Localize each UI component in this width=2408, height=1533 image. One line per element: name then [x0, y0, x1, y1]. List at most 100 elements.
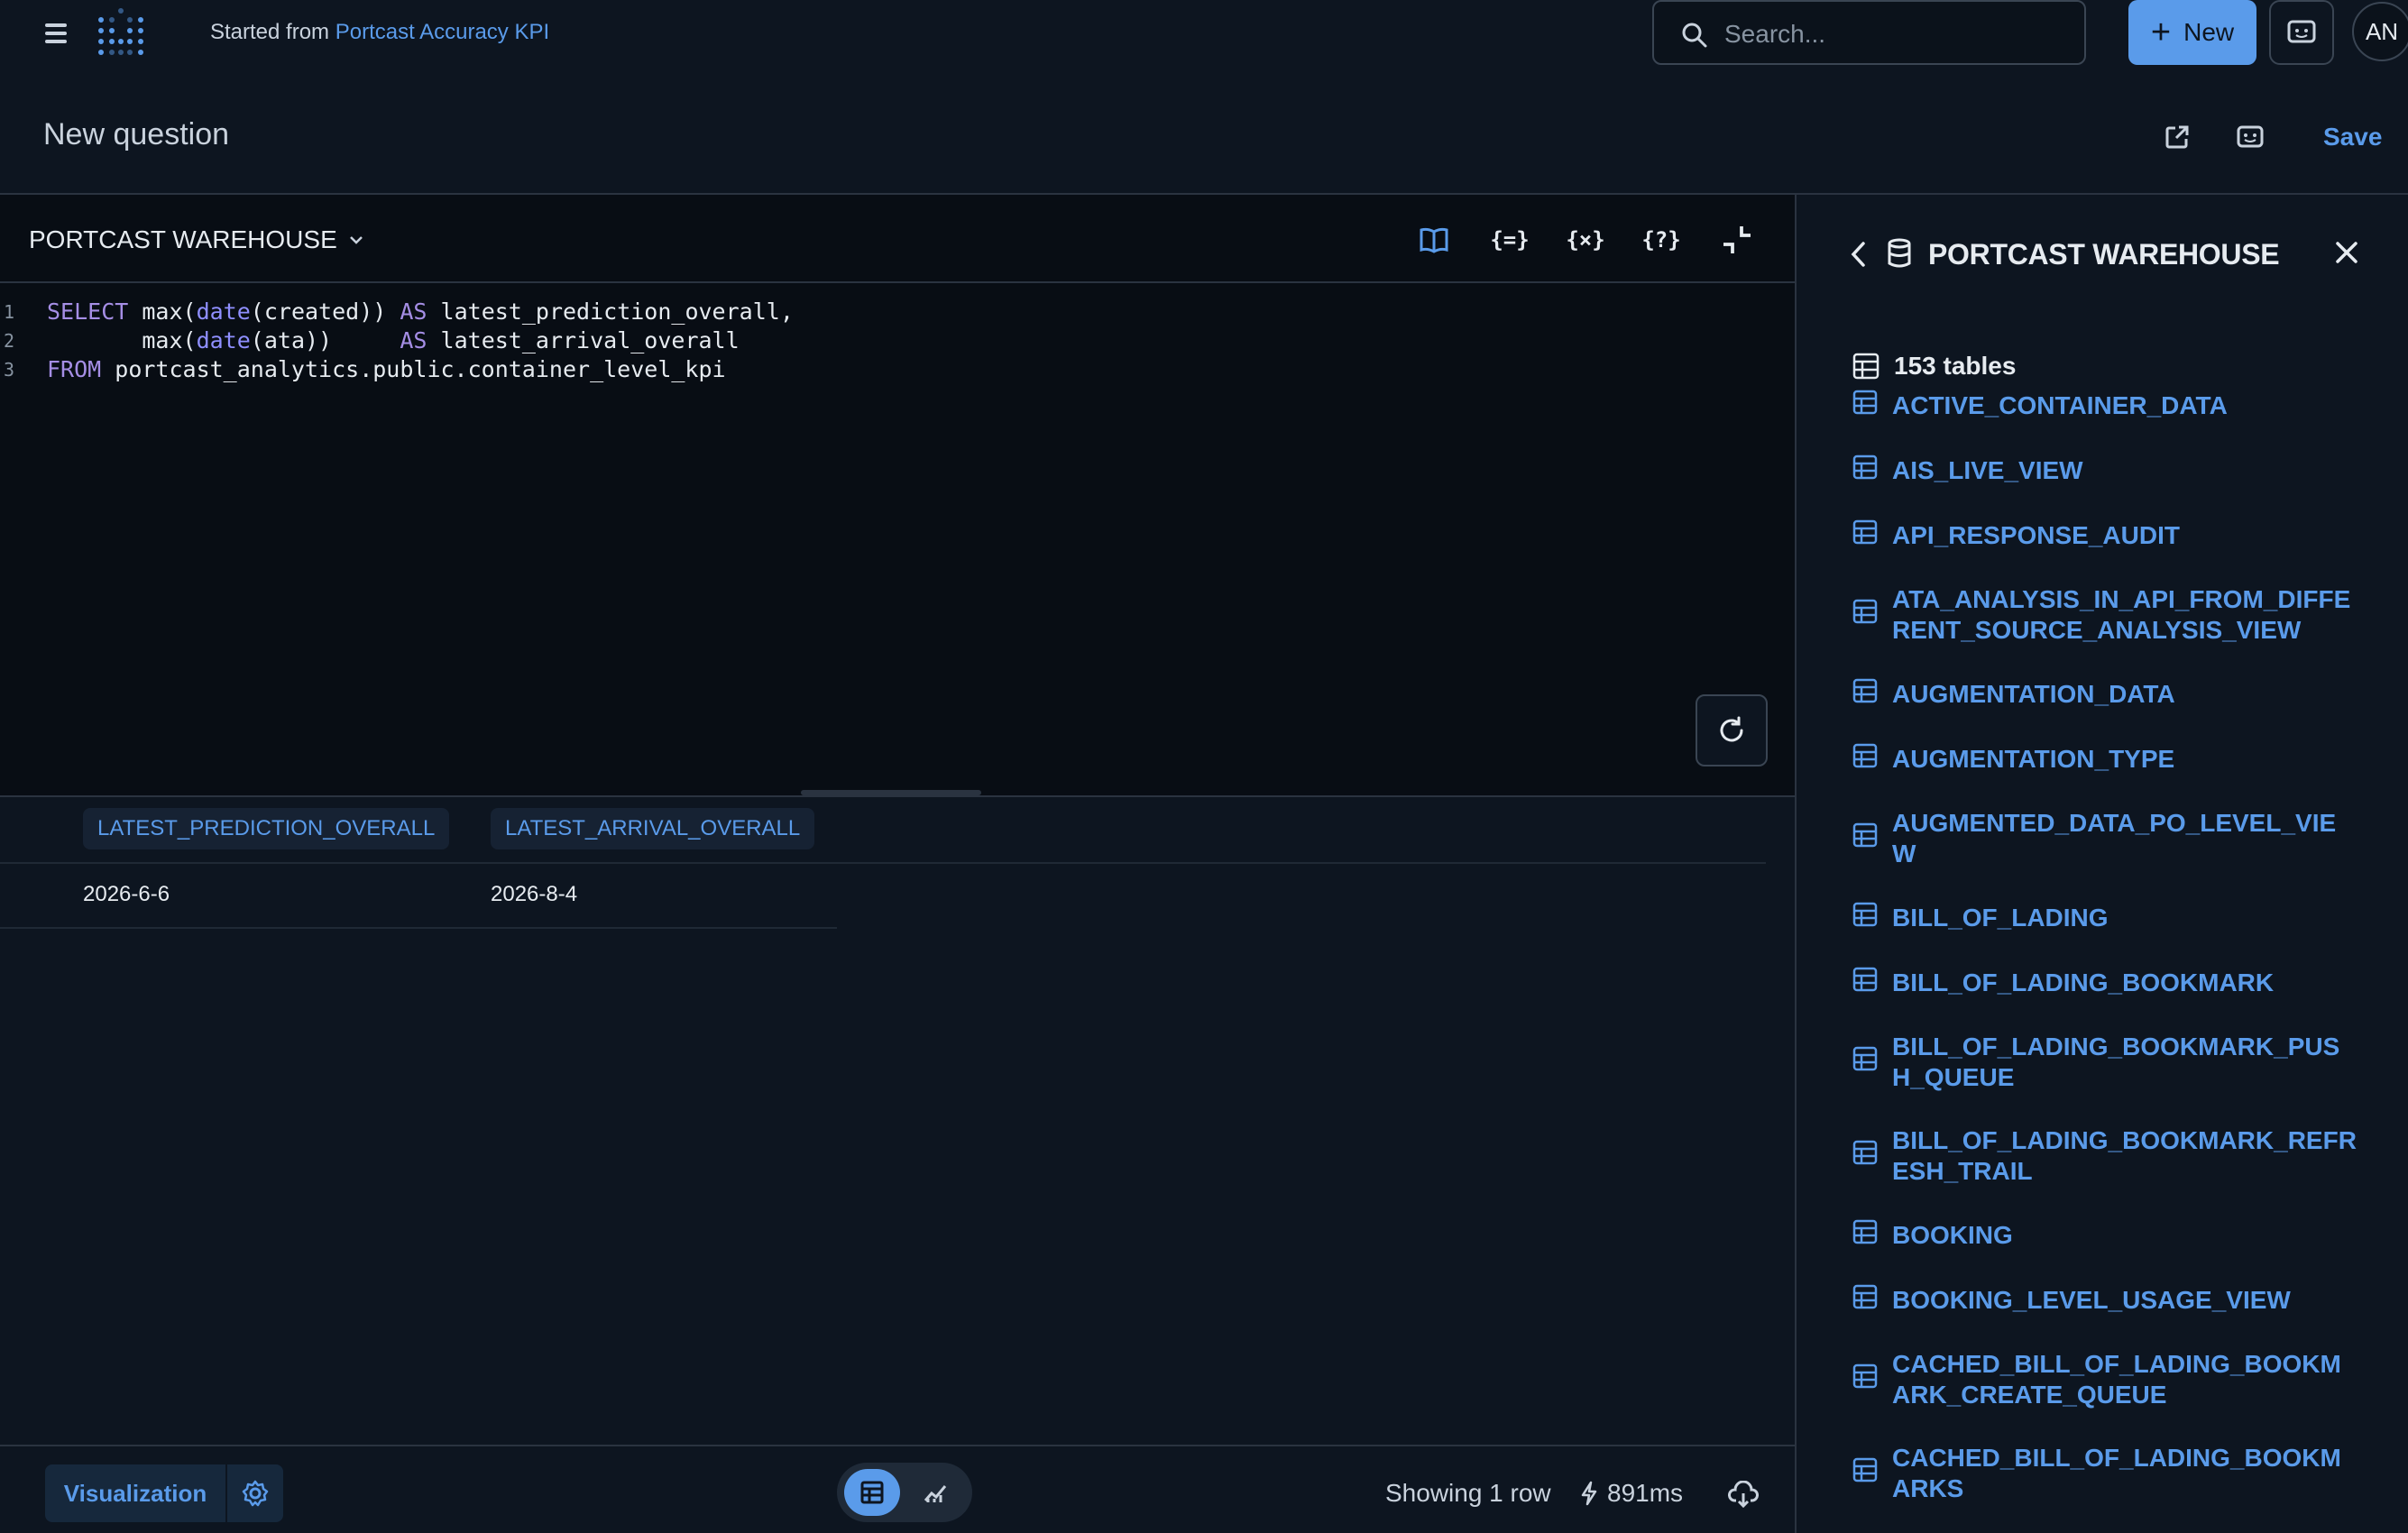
code-text: latest_arrival_overall [427, 327, 740, 353]
code-text: max( [47, 327, 197, 353]
timing-value: 891ms [1607, 1479, 1684, 1507]
top-bar: Started from Portcast Accuracy KPI + New… [0, 0, 2408, 67]
download-icon[interactable] [1728, 1481, 1759, 1508]
table-icon [1852, 519, 1878, 552]
table-list-item[interactable]: ATA_ANALYSIS_IN_API_FROM_DIFFERENT_SOURC… [1852, 584, 2357, 646]
menu-icon[interactable] [40, 20, 72, 47]
new-button[interactable]: + New [2128, 0, 2256, 65]
table-list-item[interactable]: AIS_LIVE_VIEW [1852, 454, 2357, 487]
code-area[interactable]: 1 SELECT max(date (created)) AS latest_pre… [0, 298, 794, 384]
column-header[interactable]: LATEST_PREDICTION_OVERALL [83, 808, 450, 849]
new-button-label: New [2183, 18, 2235, 46]
column-header[interactable]: LATEST_ARRIVAL_OVERALL [491, 808, 815, 849]
open-external-icon[interactable] [2164, 124, 2190, 150]
table-list-item[interactable]: ACTIVE_CONTAINER_DATA [1852, 390, 2357, 422]
code-text: max( [128, 298, 197, 325]
variables-icon[interactable]: {×} [1566, 222, 1604, 258]
search-input[interactable] [1724, 18, 2067, 50]
table-cell[interactable]: 2026-8-4 [491, 882, 577, 907]
table-name: AUGMENTATION_DATA [1892, 680, 2175, 708]
question-header: New question Save [0, 67, 2408, 195]
table-list-item[interactable]: AUGMENTATION_TYPE [1852, 743, 2357, 776]
close-icon[interactable] [2334, 240, 2359, 265]
database-name: PORTCAST WAREHOUSE [29, 225, 337, 253]
search-box[interactable] [1652, 0, 2086, 65]
editor-toolbar: PORTCAST WAREHOUSE {=} {×} {?} [0, 195, 1797, 283]
table-name: AIS_LIVE_VIEW [1892, 456, 2083, 484]
back-icon[interactable] [1849, 240, 1867, 269]
run-query-button[interactable] [1696, 694, 1768, 766]
gear-icon [242, 1480, 269, 1507]
code-text: (created)) [250, 298, 400, 325]
table-icon [1852, 678, 1878, 711]
table-name: BILL_OF_LADING_BOOKMARK_PUSH_QUEUE [1892, 1033, 2340, 1091]
source-question-link[interactable]: Portcast Accuracy KPI [335, 20, 549, 44]
breadcrumb: Started from Portcast Accuracy KPI [210, 20, 549, 45]
table-list-item[interactable]: API_RESPONSE_AUDIT [1852, 519, 2357, 552]
started-from-label: Started from [210, 20, 330, 44]
data-reference-sidebar: PORTCAST WAREHOUSE 153 tables ACTIVE_CON… [1798, 195, 2408, 1533]
table-count: 153 tables [1852, 352, 2016, 381]
table-list-item[interactable]: AUGMENTED_DATA_PO_LEVEL_VIEW [1852, 808, 2357, 869]
chevron-down-icon [349, 236, 363, 244]
code-line: 3 FROM portcast_analytics.public.containe… [0, 355, 794, 384]
table-name: AUGMENTED_DATA_PO_LEVEL_VIEW [1892, 809, 2337, 867]
table-icon [1852, 822, 1878, 855]
table-icon [1852, 390, 1878, 422]
snippets-icon[interactable]: {=} [1490, 222, 1529, 258]
table-name: BILL_OF_LADING_BOOKMARK [1892, 968, 2275, 996]
table-list-item[interactable]: BOOKING [1852, 1219, 2357, 1252]
table-cell[interactable]: 2026-6-6 [83, 882, 170, 907]
visualization-button[interactable]: Visualization [45, 1464, 225, 1522]
table-list-item[interactable]: BILL_OF_LADING_BOOKMARK_PUSH_QUEUE [1852, 1032, 2357, 1093]
data-reference-icon[interactable] [1416, 222, 1452, 258]
table-icon [1852, 967, 1878, 999]
view-toggle[interactable] [837, 1463, 972, 1522]
page-title[interactable]: New question [43, 117, 229, 152]
chart-view-toggle[interactable] [907, 1469, 963, 1516]
avatar[interactable]: AN [2352, 2, 2408, 61]
table-view-toggle[interactable] [844, 1469, 900, 1516]
query-timing: 891ms [1580, 1479, 1683, 1508]
table-list-item[interactable]: BOOKING_LEVEL_USAGE_VIEW [1852, 1284, 2357, 1317]
table-name: API_RESPONSE_AUDIT [1892, 521, 2180, 549]
metabot-button[interactable] [2269, 0, 2334, 65]
table-list-item[interactable]: CACHED_BILL_OF_LADING_BOOKMARKS [1852, 1443, 2357, 1504]
table-list-item[interactable]: BILL_OF_LADING [1852, 902, 2357, 934]
table-list: ACTIVE_CONTAINER_DATA AIS_LIVE_VIEW API_RE… [1852, 390, 2357, 1533]
visualization-settings-button[interactable] [227, 1464, 283, 1522]
plus-icon: + [2150, 14, 2172, 51]
lightning-icon [1581, 1481, 1597, 1506]
table-icon [1852, 353, 1880, 380]
logo-icon[interactable] [94, 7, 148, 61]
table-icon [1852, 1140, 1878, 1172]
table-name: CACHED_BILL_OF_LADING_BOOKMARK_CREATE_QU… [1892, 1350, 2341, 1409]
table-icon [1852, 454, 1878, 487]
table-icon [1852, 902, 1878, 934]
bot-icon[interactable] [2237, 124, 2264, 150]
table-icon [1852, 1457, 1878, 1490]
preview-query-icon[interactable]: {?} [1641, 222, 1680, 258]
table-name: ACTIVE_CONTAINER_DATA [1892, 391, 2228, 419]
line-number: 1 [4, 301, 15, 323]
table-name: AUGMENTATION_TYPE [1892, 745, 2175, 773]
table-name: BILL_OF_LADING [1892, 904, 2109, 932]
keyword: SELECT [47, 298, 129, 325]
database-selector[interactable]: PORTCAST WAREHOUSE [29, 225, 364, 254]
table-name: BOOKING [1892, 1221, 2013, 1249]
table-list-item[interactable]: AUGMENTATION_DATA [1852, 678, 2357, 711]
save-button[interactable]: Save [2323, 123, 2382, 151]
table-list-item[interactable]: BILL_OF_LADING_BOOKMARK_REFRESH_TRAIL [1852, 1125, 2357, 1187]
footer-bar: Visualization Showing 1 row 891ms [0, 1445, 1797, 1533]
collapse-editor-icon[interactable] [1719, 222, 1755, 258]
database-icon [1888, 238, 1911, 268]
table-name: BILL_OF_LADING_BOOKMARK_REFRESH_TRAIL [1892, 1126, 2357, 1185]
code-text: (ata)) [250, 327, 400, 353]
table-list-item[interactable]: CACHED_BILL_OF_LADING_BOOKMARK_CREATE_QU… [1852, 1349, 2357, 1410]
keyword: FROM [47, 356, 102, 382]
bot-icon [2287, 20, 2316, 43]
table-list-item[interactable]: BILL_OF_LADING_BOOKMARK [1852, 967, 2357, 999]
chart-icon [924, 1485, 947, 1502]
line-number: 2 [4, 330, 15, 352]
divider [0, 927, 837, 929]
